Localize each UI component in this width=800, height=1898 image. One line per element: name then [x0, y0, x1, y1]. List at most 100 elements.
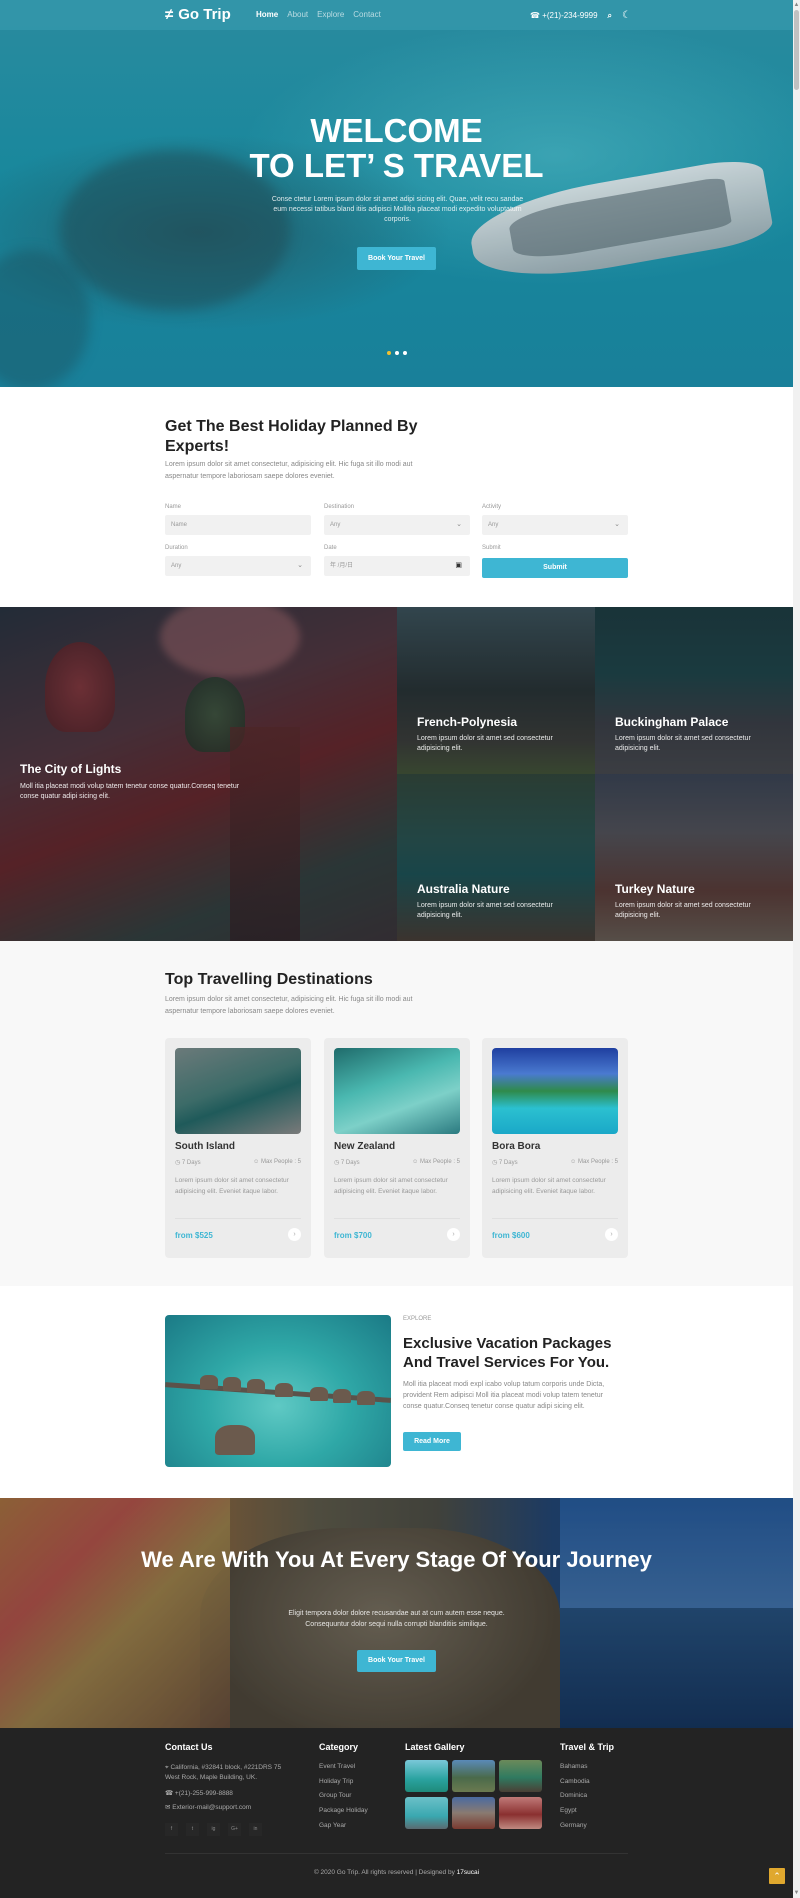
destination-card[interactable]: Bora Bora ◷ 7 Days ☺ Max People : 5 Lore… — [482, 1038, 628, 1258]
activity-label: Activity — [482, 504, 502, 510]
featured-tile-french-polynesia[interactable]: French-Polynesia Lorem ipsum dolor sit a… — [397, 607, 595, 774]
header-phone[interactable]: ☎ +(21)-234-9999 — [530, 11, 598, 20]
book-travel-button[interactable]: Book Your Travel — [357, 247, 436, 270]
chevron-right-icon[interactable]: › — [605, 1228, 618, 1241]
footer-travel-link[interactable]: Bahamas — [560, 1763, 587, 1770]
search-icon[interactable]: ⌕ — [608, 11, 612, 21]
footer-travel-link[interactable]: Cambodia — [560, 1778, 590, 1785]
nav-about[interactable]: About — [287, 10, 308, 19]
destination-meta: ◷ 7 Days ☺ Max People : 5 — [492, 1159, 618, 1166]
footer-category-link[interactable]: Group Tour — [319, 1792, 351, 1799]
gallery-thumbnail[interactable] — [405, 1760, 448, 1792]
designer-link[interactable]: 17sucai — [457, 1869, 479, 1876]
main-nav: Home About Explore Contact — [256, 10, 381, 19]
people-info: ☺ Max People : 5 — [570, 1159, 618, 1165]
users-icon: ☺ — [253, 1159, 260, 1165]
carousel-dot[interactable] — [395, 351, 399, 355]
site-footer: Contact Us ⌖ California, #32841 block, #… — [0, 1728, 793, 1898]
destination-image[interactable] — [175, 1048, 301, 1134]
planner-section: Get The Best Holiday Planned By Experts!… — [0, 387, 793, 607]
footer-category-link[interactable]: Holiday Trip — [319, 1778, 353, 1785]
chevron-down-icon: ⌄ — [456, 521, 462, 528]
destination-name[interactable]: Bora Bora — [492, 1141, 540, 1152]
explore-text: Moll itia placeat modi expl icabo volup … — [403, 1381, 605, 1410]
logo[interactable]: ≠ Go Trip — [165, 6, 231, 23]
destination-name[interactable]: South Island — [175, 1141, 235, 1152]
nav-explore[interactable]: Explore — [317, 10, 344, 19]
destination-image[interactable] — [492, 1048, 618, 1134]
tile-title: French-Polynesia — [417, 715, 518, 729]
duration-value: Any — [171, 563, 182, 569]
scroll-down-arrow-icon[interactable]: ▼ — [793, 1888, 800, 1898]
facebook-icon[interactable]: f — [165, 1823, 178, 1836]
calendar-icon[interactable]: ▣ — [455, 556, 462, 576]
explore-image — [165, 1315, 391, 1467]
destination-description: Lorem ipsum dolor sit amet consectetur a… — [492, 1177, 606, 1195]
footer-category-link[interactable]: Package Holiday — [319, 1807, 368, 1814]
back-to-top-button[interactable]: ⌃ — [769, 1868, 785, 1884]
destination-meta: ◷ 7 Days ☺ Max People : 5 — [175, 1159, 301, 1166]
destination-price: from $700 — [334, 1231, 372, 1240]
chevron-right-icon[interactable]: › — [288, 1228, 301, 1241]
footer-email[interactable]: ✉ Exterior-mail@support.com — [165, 1803, 251, 1813]
footer-category-link[interactable]: Event Travel — [319, 1763, 355, 1770]
destination-image[interactable] — [334, 1048, 460, 1134]
destination-meta: ◷ 7 Days ☺ Max People : 5 — [334, 1159, 460, 1166]
footer-travel-link[interactable]: Germany — [560, 1822, 587, 1829]
gallery-thumbnail[interactable] — [499, 1760, 542, 1792]
featured-tile-australia-nature[interactable]: Australia Nature Lorem ipsum dolor sit a… — [397, 774, 595, 941]
explore-kicker: EXPLORE — [403, 1316, 432, 1322]
featured-tile-city-of-lights[interactable]: The City of Lights Moll itia placeat mod… — [0, 607, 397, 941]
hero-title: WELCOME TO LET’ S TRAVEL — [0, 113, 793, 183]
instagram-icon[interactable]: ig — [207, 1823, 220, 1836]
chevron-down-icon: ⌄ — [297, 562, 303, 569]
logo-text: Go Trip — [178, 6, 231, 23]
read-more-button[interactable]: Read More — [403, 1432, 461, 1451]
destination-select[interactable]: Any ⌄ — [324, 515, 470, 535]
destination-label: Destination — [324, 504, 355, 510]
submit-button[interactable]: Submit — [482, 558, 628, 578]
gallery-thumbnail[interactable] — [452, 1797, 495, 1829]
footer-travel-link[interactable]: Dominica — [560, 1792, 587, 1799]
destination-description: Lorem ipsum dolor sit amet consectetur a… — [334, 1177, 448, 1195]
activity-field: Activity Any ⌄ — [482, 504, 628, 535]
scrollbar-thumb[interactable] — [794, 10, 799, 90]
google-plus-icon[interactable]: G+ — [228, 1823, 241, 1836]
duration-info: ◷ 7 Days — [492, 1160, 518, 1166]
nav-home[interactable]: Home — [256, 10, 278, 19]
tile-title: Turkey Nature — [615, 882, 695, 896]
footer-category-link[interactable]: Gap Year — [319, 1822, 346, 1829]
scroll-up-arrow-icon[interactable]: ▲ — [793, 0, 800, 10]
copyright-text: © 2020 Go Trip. All rights reserved | De… — [313, 1869, 455, 1876]
featured-tile-turkey-nature[interactable]: Turkey Nature Lorem ipsum dolor sit amet… — [595, 774, 793, 941]
carousel-dot[interactable] — [403, 351, 407, 355]
nav-contact[interactable]: Contact — [353, 10, 381, 19]
featured-tile-buckingham-palace[interactable]: Buckingham Palace Lorem ipsum dolor sit … — [595, 607, 793, 774]
footer-phone[interactable]: ☎ +(21)-255-999-8888 — [165, 1789, 233, 1799]
chevron-right-icon[interactable]: › — [447, 1228, 460, 1241]
gallery-thumbnail[interactable] — [452, 1760, 495, 1792]
footer-travel-link[interactable]: Egypt — [560, 1807, 577, 1814]
name-input[interactable]: Name — [165, 515, 311, 535]
activity-select[interactable]: Any ⌄ — [482, 515, 628, 535]
theme-toggle-icon[interactable]: ☾ — [622, 10, 631, 21]
destination-field: Destination Any ⌄ — [324, 504, 470, 535]
tile-title: The City of Lights — [20, 762, 122, 776]
chevron-down-icon: ⌄ — [614, 521, 620, 528]
envelope-icon: ✉ — [165, 1804, 171, 1811]
carousel-dot[interactable] — [387, 351, 391, 355]
twitter-icon[interactable]: t — [186, 1823, 199, 1836]
book-travel-button[interactable]: Book Your Travel — [357, 1650, 436, 1672]
gallery-thumbnail[interactable] — [499, 1797, 542, 1829]
destination-description: Lorem ipsum dolor sit amet consectetur a… — [175, 1177, 289, 1195]
destination-card[interactable]: New Zealand ◷ 7 Days ☺ Max People : 5 Lo… — [324, 1038, 470, 1258]
scrollbar[interactable]: ▲ ▼ — [793, 0, 800, 1898]
date-field: Date 年 /月/日 ▣ — [324, 545, 470, 576]
gallery-thumbnail[interactable] — [405, 1797, 448, 1829]
destination-card[interactable]: South Island ◷ 7 Days ☺ Max People : 5 L… — [165, 1038, 311, 1258]
linkedin-icon[interactable]: in — [249, 1823, 262, 1836]
date-input[interactable]: 年 /月/日 ▣ — [324, 556, 470, 576]
destination-name[interactable]: New Zealand — [334, 1141, 395, 1152]
duration-select[interactable]: Any ⌄ — [165, 556, 311, 576]
people-info: ☺ Max People : 5 — [253, 1159, 301, 1165]
